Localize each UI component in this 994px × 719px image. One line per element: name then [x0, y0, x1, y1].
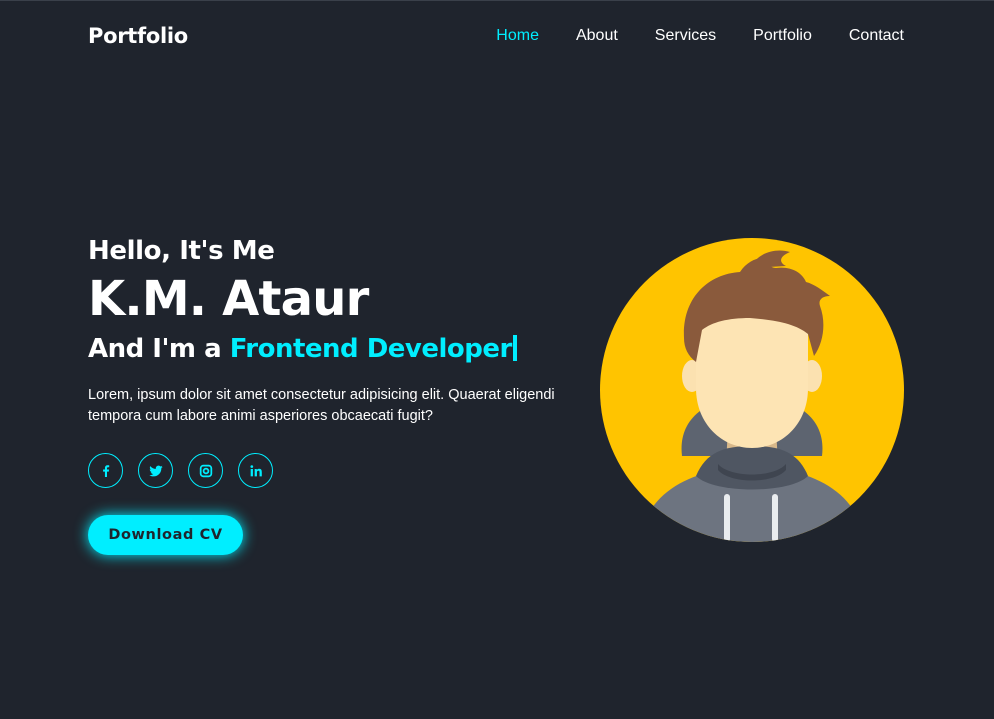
role-text: Frontend Developer [229, 334, 513, 364]
nav-contact[interactable]: Contact [849, 27, 904, 45]
linkedin-icon[interactable] [238, 453, 273, 488]
greeting-heading: Hello, It's Me [88, 236, 275, 266]
site-header: Portfolio Home About Services Portfolio … [88, 19, 904, 53]
social-links [88, 453, 568, 488]
name-heading: K.M. Ataur [88, 271, 369, 327]
typing-caret [512, 335, 517, 361]
site-logo[interactable]: Portfolio [88, 24, 188, 48]
role-heading: And I'm a Frontend Developer [88, 329, 568, 369]
nav-home[interactable]: Home [496, 27, 539, 45]
facebook-icon[interactable] [88, 453, 123, 488]
developer-avatar-image [600, 238, 904, 542]
main-nav: Home About Services Portfolio Contact [496, 27, 904, 45]
nav-portfolio[interactable]: Portfolio [753, 27, 812, 45]
profile-avatar [600, 238, 904, 542]
twitter-icon[interactable] [138, 453, 173, 488]
hero-section: Hello, It's Me K.M. Ataur And I'm a Fron… [88, 231, 568, 555]
role-prefix: And I'm a [88, 334, 222, 364]
portfolio-page: Portfolio Home About Services Portfolio … [0, 0, 994, 719]
intro-paragraph: Lorem, ipsum dolor sit amet consectetur … [88, 387, 555, 424]
nav-services[interactable]: Services [655, 27, 716, 45]
download-cv-button[interactable]: Download CV [88, 515, 243, 555]
nav-about[interactable]: About [576, 27, 618, 45]
instagram-icon[interactable] [188, 453, 223, 488]
